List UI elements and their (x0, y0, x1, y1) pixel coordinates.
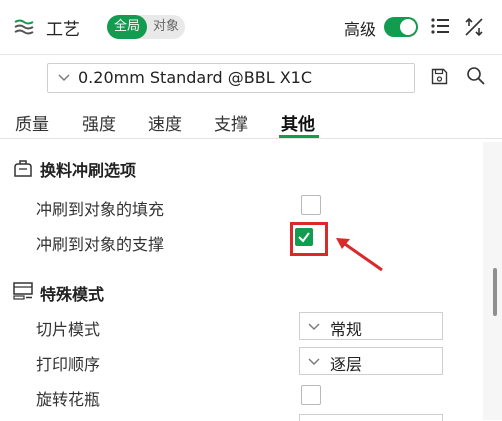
slicing-mode-dropdown[interactable]: 常规 (299, 312, 443, 340)
list-icon[interactable] (430, 17, 450, 35)
tab-quality[interactable]: 质量 (15, 110, 49, 135)
chevron-down-icon (308, 358, 320, 365)
spiral-vase-checkbox[interactable] (301, 385, 321, 405)
flush-into-infill-checkbox[interactable] (301, 195, 321, 215)
flush-options-icon (14, 160, 32, 177)
advanced-toggle[interactable] (384, 17, 418, 37)
scope-toggle[interactable]: 全局 对象 (107, 15, 185, 39)
compare-icon[interactable] (463, 16, 485, 38)
layers-icon (14, 19, 34, 35)
special-mode-icon (13, 282, 33, 300)
spiral-vase-label: 旋转花瓶 (36, 390, 101, 409)
tab-support[interactable]: 支撑 (214, 110, 248, 135)
toggle-knob (400, 19, 416, 35)
flush-into-support-label: 冲刷到对象的支撑 (36, 235, 165, 254)
annotation-arrow-icon (336, 238, 383, 272)
flush-into-infill-label: 冲刷到对象的填充 (36, 200, 165, 219)
search-icon[interactable] (466, 66, 486, 86)
tab-speed[interactable]: 速度 (148, 110, 182, 135)
scope-global-button[interactable]: 全局 (107, 15, 147, 39)
save-icon[interactable] (431, 68, 448, 85)
annotation-highlight-box (290, 222, 328, 256)
scope-object-button[interactable]: 对象 (147, 15, 185, 39)
slicing-mode-value: 常规 (330, 320, 363, 339)
chevron-down-icon (308, 323, 320, 330)
divider (0, 138, 502, 139)
chevron-down-icon (58, 74, 70, 81)
advanced-label: 高级 (344, 20, 377, 39)
scrollbar-thumb[interactable] (493, 268, 497, 316)
print-sequence-dropdown[interactable]: 逐层 (299, 347, 443, 375)
section-title-special-mode: 特殊模式 (40, 285, 105, 304)
print-sequence-label: 打印顺序 (36, 355, 101, 374)
slicing-mode-label: 切片模式 (36, 320, 101, 339)
preset-dropdown[interactable]: 0.20mm Standard @BBL X1C (47, 63, 415, 93)
panel-title: 工艺 (46, 20, 80, 40)
tab-strength[interactable]: 强度 (82, 110, 116, 135)
top-bar: 工艺 全局 对象 高级 (0, 0, 502, 55)
print-sequence-value: 逐层 (330, 355, 363, 374)
preset-value: 0.20mm Standard @BBL X1C (78, 68, 313, 87)
section-title-flush: 换料冲刷选项 (40, 161, 137, 180)
tab-others[interactable]: 其他 (281, 110, 315, 135)
